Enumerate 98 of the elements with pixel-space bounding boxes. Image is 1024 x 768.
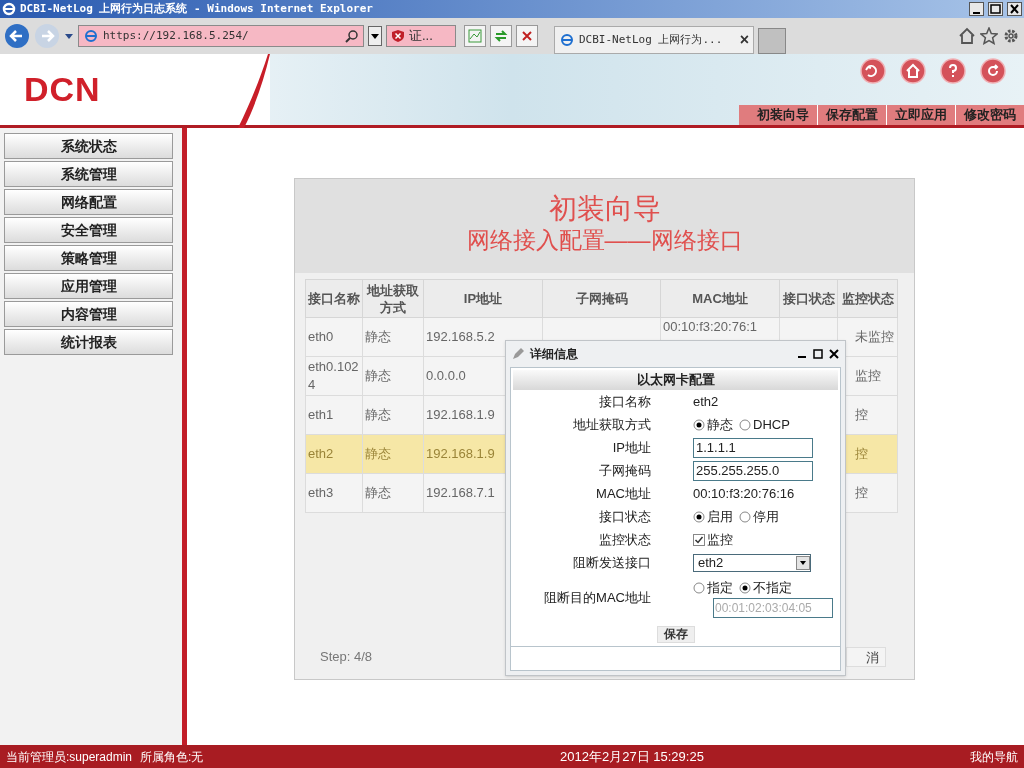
radio-button[interactable]: [693, 582, 705, 594]
field-label: 地址获取方式: [572, 415, 651, 434]
tab-title: DCBI-NetLog 上网行为...: [579, 31, 724, 48]
help-icon[interactable]: [940, 58, 966, 84]
browser-logo-icon: [2, 2, 16, 16]
radio-label: 静态: [707, 415, 733, 434]
sidebar-item[interactable]: 系统状态: [4, 133, 173, 159]
sidebar-item[interactable]: 策略管理: [4, 245, 173, 271]
radio-button[interactable]: [693, 418, 705, 431]
field-label: 阻断发送接口: [572, 553, 651, 572]
star-icon[interactable]: [980, 27, 998, 45]
input-field[interactable]: 1.1.1.1: [693, 437, 813, 458]
radio-button[interactable]: [739, 510, 751, 523]
address-field[interactable]: https://192.168.5.254/: [78, 25, 364, 47]
column-header: MAC地址: [660, 279, 780, 318]
checkbox[interactable]: [693, 533, 705, 546]
step-indicator: Step: 4/8: [320, 647, 373, 666]
role-text: 所属角色:无: [140, 748, 205, 766]
home-icon[interactable]: [900, 58, 926, 84]
table-cell: 静态: [362, 395, 424, 435]
dropdown-icon[interactable]: [64, 31, 74, 41]
radio-button[interactable]: [739, 418, 751, 431]
settings-icon[interactable]: [1002, 27, 1020, 45]
radio-button[interactable]: [739, 582, 751, 594]
header-button[interactable]: 修改密码: [955, 105, 1024, 125]
radio-label: 指定: [707, 579, 733, 598]
field-value: eth2: [693, 392, 719, 411]
radio-label: 停用: [753, 507, 779, 526]
page-icon: [559, 32, 575, 48]
admin-text: 当前管理员:superadmin: [6, 748, 133, 766]
sidebar-item[interactable]: 网络配置: [4, 189, 173, 215]
dropdown-icon[interactable]: [368, 26, 382, 46]
section-header: 以太网卡配置: [513, 370, 838, 390]
sidebar-item[interactable]: 应用管理: [4, 273, 173, 299]
sidebar-item[interactable]: 内容管理: [4, 301, 173, 327]
field-label: 监控状态: [598, 530, 651, 549]
search-icon: [345, 29, 359, 43]
table-cell: 静态: [362, 356, 424, 396]
field-value: 00:10:f3:20:76:16: [693, 484, 795, 503]
field-label: IP地址: [611, 438, 651, 457]
sidebar-item[interactable]: 系统管理: [4, 161, 173, 187]
certificate-error-button[interactable]: 证...: [386, 25, 456, 47]
cancel-button[interactable]: 消: [846, 647, 886, 667]
field-label: 子网掩码: [598, 461, 651, 480]
logo: DCN: [24, 69, 101, 110]
header-button[interactable]: 保存配置: [817, 105, 886, 125]
column-header: 子网掩码: [542, 279, 661, 318]
wizard-title: 初装向导: [548, 195, 661, 223]
field-label: 阻断目的MAC地址: [543, 589, 651, 608]
back-icon[interactable]: [4, 23, 30, 49]
table-cell: 静态: [362, 434, 424, 474]
window-title: DCBI-NetLog 上网行为日志系统 - Windows Internet Explorer: [20, 0, 374, 17]
radio-label: 不指定: [753, 579, 792, 598]
checkbox-label: 监控: [707, 530, 733, 549]
browser-tab[interactable]: DCBI-NetLog 上网行为... ×: [554, 26, 754, 54]
sidebar-item[interactable]: 统计报表: [4, 329, 173, 355]
header-button[interactable]: 立即应用: [886, 105, 955, 125]
column-header: IP地址: [423, 279, 543, 318]
column-header: 地址获取方式: [362, 279, 424, 318]
radio-label: 启用: [707, 507, 733, 526]
wizard-subtitle: 网络接入配置——网络接口: [466, 229, 743, 252]
minimize-icon[interactable]: [969, 2, 984, 16]
table-cell: eth3: [305, 473, 363, 513]
refresh-icon[interactable]: [490, 25, 512, 47]
field-label: 接口状态: [598, 507, 651, 526]
table-cell: 静态: [362, 473, 424, 513]
field-label: 接口名称: [598, 392, 651, 411]
page-icon: [83, 28, 99, 44]
address-text: https://192.168.5.254/: [103, 27, 250, 44]
tab-close-button[interactable]: ×: [739, 28, 749, 52]
close-icon[interactable]: [1007, 2, 1022, 16]
table-cell: eth1: [305, 395, 363, 435]
maximize-icon[interactable]: [988, 2, 1003, 16]
stop-icon[interactable]: [516, 25, 538, 47]
column-header: 监控状态: [837, 279, 898, 318]
table-cell: eth0: [305, 317, 363, 357]
date-time: 2012年2月27日 15:29:25: [560, 747, 705, 766]
sidebar-item[interactable]: 安全管理: [4, 217, 173, 243]
radio-label: DHCP: [753, 415, 790, 434]
pencil-icon: [512, 348, 524, 360]
dropdown[interactable]: eth2: [693, 553, 811, 572]
table-cell: eth0.1024: [305, 356, 363, 396]
close-icon[interactable]: [829, 349, 839, 359]
maximize-icon[interactable]: [813, 349, 823, 359]
column-header: 接口名称: [305, 279, 363, 318]
shield-icon: [391, 29, 405, 43]
column-header: 接口状态: [779, 279, 838, 318]
radio-button[interactable]: [693, 510, 705, 523]
refresh-icon[interactable]: [860, 58, 886, 84]
header-button[interactable]: 初装向导: [749, 105, 817, 125]
home-icon[interactable]: [958, 27, 976, 45]
field-label: MAC地址: [595, 484, 651, 503]
save-button[interactable]: 保存: [656, 626, 695, 643]
navigation-link[interactable]: 我的导航: [970, 747, 1018, 766]
table-cell: 静态: [362, 317, 424, 357]
table-cell: eth2: [305, 434, 363, 474]
input-field[interactable]: 255.255.255.0: [693, 460, 813, 481]
input-field[interactable]: 00:01:02:03:04:05: [713, 597, 833, 618]
